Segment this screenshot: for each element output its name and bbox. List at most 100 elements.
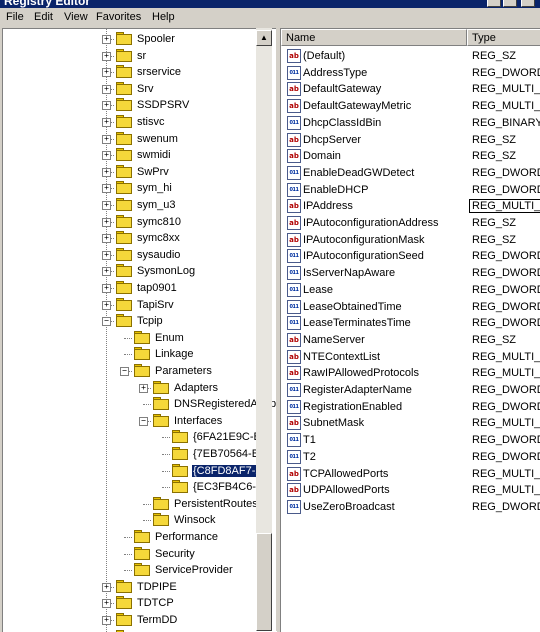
tree-node[interactable]: +SysmonLog [3,263,277,280]
value-row[interactable]: abDefaultGatewayREG_MULTI_SZ [281,81,540,98]
menu-view[interactable]: View [64,11,88,23]
tree-node[interactable]: ServiceProvider [3,562,277,579]
value-row[interactable]: 011UseZeroBroadcastREG_DWORD [281,499,540,516]
tree-node[interactable]: +tap0901 [3,280,277,297]
tree-node[interactable]: −Tcpip [3,313,277,330]
tree-node[interactable]: +swmidi [3,147,277,164]
expand-icon[interactable]: + [102,251,111,260]
tree-node[interactable]: +symc8xx [3,230,277,247]
tree-node[interactable]: +TermService [3,629,277,632]
value-row[interactable]: 011EnableDHCPREG_DWORD [281,182,540,199]
value-row[interactable]: 011RegistrationEnabledREG_DWORD [281,399,540,416]
menu-edit[interactable]: Edit [34,11,53,23]
tree-node[interactable]: +sym_hi [3,180,277,197]
scroll-thumb[interactable] [256,533,272,631]
value-row[interactable]: abIPAutoconfigurationAddressREG_SZ [281,215,540,232]
collapse-icon[interactable]: − [102,317,111,326]
menu-file[interactable]: File [6,11,24,23]
tree-node[interactable]: +symc810 [3,214,277,231]
scroll-up-button[interactable]: ▲ [256,30,272,46]
tree-node[interactable]: +sr [3,48,277,65]
column-header-name[interactable]: Name [281,29,467,46]
title-bar[interactable]: Registry Editor [0,0,540,8]
tree-node[interactable]: +SSDPSRV [3,97,277,114]
value-row[interactable]: 011DhcpClassIdBinREG_BINARY [281,115,540,132]
value-row[interactable]: 011LeaseREG_DWORD [281,282,540,299]
tree-node[interactable]: Enum [3,330,277,347]
expand-icon[interactable]: + [102,583,111,592]
expand-icon[interactable]: + [102,52,111,61]
tree-node[interactable]: +TDPIPE [3,579,277,596]
expand-icon[interactable]: + [102,85,111,94]
expand-icon[interactable]: + [102,118,111,127]
tree-node[interactable]: {C8FD8AF7-2 [3,463,277,480]
value-row[interactable]: abDomainREG_SZ [281,148,540,165]
tree-node[interactable]: +sym_u3 [3,197,277,214]
expand-icon[interactable]: + [102,218,111,227]
tree-node[interactable]: +TDTCP [3,595,277,612]
value-row[interactable]: abDhcpServerREG_SZ [281,132,540,149]
minimize-button[interactable] [487,0,501,7]
menu-help[interactable]: Help [152,11,175,23]
value-row[interactable]: 011RegisterAdapterNameREG_DWORD [281,382,540,399]
expand-icon[interactable]: + [102,284,111,293]
expand-icon[interactable]: + [102,599,111,608]
expand-icon[interactable]: + [102,201,111,210]
tree-node[interactable]: +Adapters [3,380,277,397]
value-row[interactable]: 011IsServerNapAwareREG_DWORD [281,265,540,282]
value-row[interactable]: abTCPAllowedPortsREG_MULTI_SZ [281,466,540,483]
expand-icon[interactable]: + [102,267,111,276]
expand-icon[interactable]: + [102,184,111,193]
tree-node[interactable]: +Srv [3,81,277,98]
expand-icon[interactable]: + [102,135,111,144]
tree-node[interactable]: Winsock [3,512,277,529]
tree-node[interactable]: Security [3,546,277,563]
column-header-type[interactable]: Type [467,29,540,46]
collapse-icon[interactable]: − [120,367,129,376]
value-row[interactable]: 011IPAutoconfigurationSeedREG_DWORD [281,248,540,265]
value-row[interactable]: 011EnableDeadGWDetectREG_DWORD [281,165,540,182]
value-row[interactable]: 011AddressTypeREG_DWORD [281,65,540,82]
expand-icon[interactable]: + [102,151,111,160]
tree-node[interactable]: +TermDD [3,612,277,629]
tree-node[interactable]: +Spooler [3,31,277,48]
value-row[interactable]: ab(Default)REG_SZ [281,48,540,65]
tree-node[interactable]: Performance [3,529,277,546]
value-row[interactable]: abIPAddressREG_MULTI_SZ [281,198,540,215]
tree-node[interactable]: +sysaudio [3,247,277,264]
tree-node[interactable]: Linkage [3,346,277,363]
value-row[interactable]: 011LeaseObtainedTimeREG_DWORD [281,299,540,316]
value-row[interactable]: abNameServerREG_SZ [281,332,540,349]
tree-scrollbar[interactable]: ▲ [256,28,272,631]
maximize-button[interactable] [503,0,517,7]
value-row[interactable]: abRawIPAllowedProtocolsREG_MULTI_SZ [281,365,540,382]
tree-node[interactable]: {7EB70564-B2 [3,446,277,463]
tree-node[interactable]: {6FA21E9C-B [3,429,277,446]
expand-icon[interactable]: + [102,168,111,177]
tree-node[interactable]: +swenum [3,131,277,148]
expand-icon[interactable]: + [139,384,148,393]
expand-icon[interactable]: + [102,68,111,77]
expand-icon[interactable]: + [102,616,111,625]
tree-node[interactable]: {EC3FB4C6-D [3,479,277,496]
expand-icon[interactable]: + [102,234,111,243]
collapse-icon[interactable]: − [139,417,148,426]
tree-node[interactable]: +TapiSrv [3,297,277,314]
tree-node[interactable]: +stisvc [3,114,277,131]
tree-node[interactable]: +SwPrv [3,164,277,181]
value-list[interactable]: Name Type ab(Default)REG_SZ011AddressTyp… [280,28,540,632]
tree-node[interactable]: PersistentRoutes [3,496,277,513]
tree-node[interactable]: −Parameters [3,363,277,380]
tree-node[interactable]: −Interfaces [3,413,277,430]
tree-node[interactable]: DNSRegisteredAdapters [3,396,277,413]
value-row[interactable]: abNTEContextListREG_MULTI_SZ [281,349,540,366]
value-row[interactable]: 011T2REG_DWORD [281,449,540,466]
value-row[interactable]: abIPAutoconfigurationMaskREG_SZ [281,232,540,249]
key-tree[interactable]: +Spooler+sr+srservice+Srv+SSDPSRV+stisvc… [2,28,277,632]
expand-icon[interactable]: + [102,35,111,44]
close-button[interactable] [521,0,535,7]
value-row[interactable]: abSubnetMaskREG_MULTI_SZ [281,415,540,432]
value-row[interactable]: 011T1REG_DWORD [281,432,540,449]
value-row[interactable]: 011LeaseTerminatesTimeREG_DWORD [281,315,540,332]
tree-node[interactable]: +srservice [3,64,277,81]
